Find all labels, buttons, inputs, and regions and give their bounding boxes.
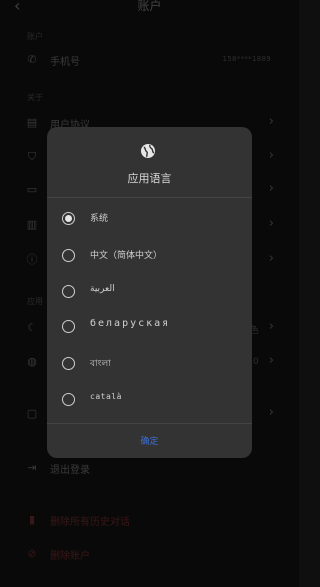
language-option-system[interactable]: 系统 — [47, 202, 252, 236]
radio-unselected[interactable] — [62, 357, 75, 370]
radio-unselected[interactable] — [62, 249, 75, 262]
radio-selected[interactable] — [62, 212, 75, 225]
language-option-bengali[interactable]: বাংলা — [47, 347, 252, 381]
language-option-catalan[interactable]: català — [47, 383, 252, 417]
language-option-label: 系统 — [90, 214, 109, 224]
divider — [47, 197, 252, 198]
divider — [47, 423, 252, 424]
language-option-chinese[interactable]: 中文（简体中文） — [47, 239, 252, 273]
language-option-arabic[interactable]: العربية — [47, 275, 252, 309]
radio-unselected[interactable] — [62, 285, 75, 298]
language-option-label: বাংলা — [90, 359, 111, 369]
confirm-button[interactable]: 确定 — [47, 434, 252, 447]
language-option-label: العربية — [90, 284, 115, 294]
globe-icon — [141, 144, 155, 158]
dialog-title: 应用语言 — [127, 172, 172, 185]
radio-unselected[interactable] — [62, 393, 75, 406]
language-option-label: беларуская — [90, 318, 171, 329]
radio-unselected[interactable] — [62, 320, 75, 333]
language-option-belarusian[interactable]: беларуская — [47, 310, 252, 344]
language-option-label: 中文（简体中文） — [90, 251, 163, 261]
language-option-label: català — [90, 392, 122, 401]
language-dialog: 应用语言 系统 中文（简体中文） العربية беларуская বাংল… — [47, 127, 252, 458]
